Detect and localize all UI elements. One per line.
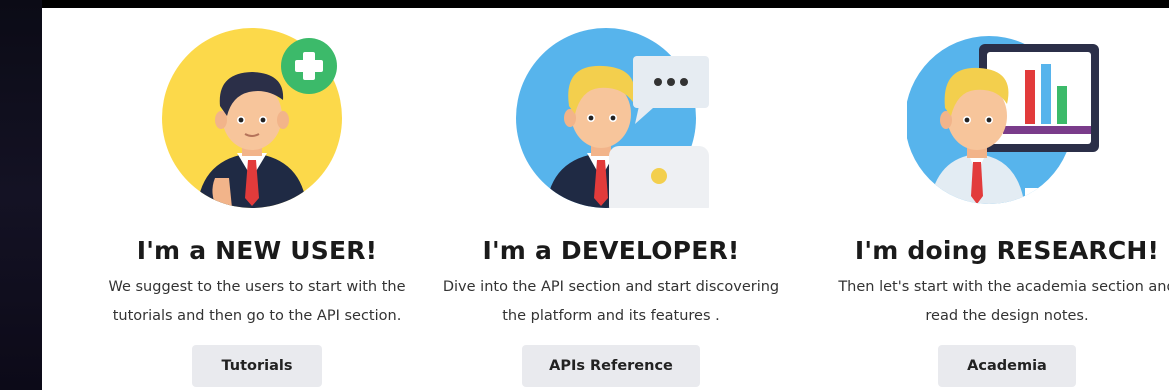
description-line: tutorials and then go to the API section… — [112, 308, 402, 324]
card-new-user: I'm a NEW USER! We suggest to the users … — [67, 8, 447, 390]
description-line: Then let's start with the academia secti… — [838, 279, 1169, 295]
card-title: I'm doing RESEARCH! — [854, 236, 1160, 265]
developer-avatar-icon — [516, 28, 709, 208]
academia-button[interactable]: Academia — [938, 345, 1076, 387]
top-dark-bar — [0, 0, 1169, 8]
tutorials-button[interactable]: Tutorials — [192, 345, 322, 387]
card-description: Dive into the API section and start disc… — [421, 273, 801, 331]
left-dark-panel — [0, 0, 42, 390]
card-title: I'm a DEVELOPER! — [482, 236, 740, 265]
role-cards: I'm a NEW USER! We suggest to the users … — [42, 8, 1169, 390]
description-line: Dive into the API section and start disc… — [442, 279, 780, 295]
card-description: We suggest to the users to start with th… — [67, 273, 447, 331]
description-line: read the design notes. — [925, 308, 1089, 324]
researcher-avatar-icon — [907, 36, 1099, 204]
new-user-illustration — [157, 28, 357, 208]
description-line: We suggest to the users to start with th… — [108, 279, 406, 295]
apis-reference-button[interactable]: APIs Reference — [522, 345, 700, 387]
new-user-avatar-icon — [162, 28, 342, 208]
card-developer: I'm a DEVELOPER! Dive into the API secti… — [421, 8, 801, 390]
card-title: I'm a NEW USER! — [136, 236, 378, 265]
description-line: the platform and its features . — [502, 308, 720, 324]
researcher-illustration — [907, 28, 1107, 208]
card-description: Then let's start with the academia secti… — [817, 273, 1169, 331]
developer-illustration — [511, 28, 711, 208]
card-research: I'm doing RESEARCH! Then let's start wit… — [817, 8, 1169, 390]
